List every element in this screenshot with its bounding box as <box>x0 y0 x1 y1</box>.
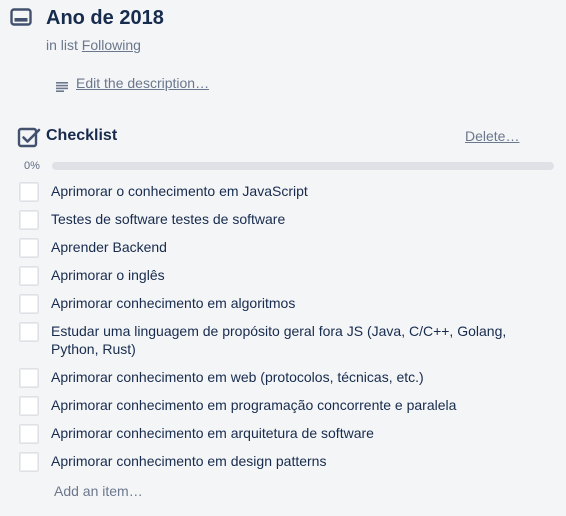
card-list-info: in list Following <box>46 36 141 54</box>
checklist-item-checkbox[interactable] <box>19 182 39 202</box>
card-icon <box>10 8 32 28</box>
checklist-item-text[interactable]: Aprimorar conhecimento em design pattern… <box>51 452 531 470</box>
card-title[interactable]: Ano de 2018 <box>46 6 164 30</box>
checklist-item-checkbox[interactable] <box>19 396 39 416</box>
description-icon <box>56 78 68 92</box>
checklist-item-text[interactable]: Aprimorar conhecimento em arquitetura de… <box>51 424 531 442</box>
checklist-item-checkbox[interactable] <box>19 322 39 342</box>
checklist-item-checkbox[interactable] <box>19 368 39 388</box>
checklist-item-checkbox[interactable] <box>19 294 39 314</box>
checklist-item-text[interactable]: Aprimorar o conhecimento em JavaScript <box>51 182 531 200</box>
edit-description-label[interactable]: Edit the description… <box>76 74 209 92</box>
checklist-item-text[interactable]: Aprimorar conhecimento em algoritmos <box>51 294 531 312</box>
checklist-item-text[interactable]: Aprimorar o inglês <box>51 266 531 284</box>
checklist-title[interactable]: Checklist <box>46 126 117 146</box>
checklist-item-text[interactable]: Testes de software testes de software <box>51 210 531 228</box>
checklist-item-text[interactable]: Aprimorar conhecimento em web (protocolo… <box>51 368 531 386</box>
progress-percent: 0% <box>24 160 40 172</box>
checklist-item-text[interactable]: Estudar uma linguagem de propósito geral… <box>51 322 531 358</box>
checklist-icon <box>17 126 41 148</box>
list-name-link[interactable]: Following <box>82 37 141 53</box>
edit-description-button[interactable]: Edit the description… <box>56 74 209 92</box>
checklist-item-text[interactable]: Aprimorar conhecimento em programação co… <box>51 396 531 414</box>
checklist-item-checkbox[interactable] <box>19 452 39 472</box>
checklist-item-checkbox[interactable] <box>19 238 39 258</box>
checklist-item-checkbox[interactable] <box>19 266 39 286</box>
checklist-item-checkbox[interactable] <box>19 210 39 230</box>
checklist-item-text[interactable]: Aprender Backend <box>51 238 531 256</box>
add-item-button[interactable]: Add an item… <box>54 482 143 500</box>
progress-bar <box>52 162 554 170</box>
checklist-item-checkbox[interactable] <box>19 424 39 444</box>
delete-checklist-button[interactable]: Delete… <box>465 127 519 145</box>
in-list-label: in list <box>46 37 78 53</box>
